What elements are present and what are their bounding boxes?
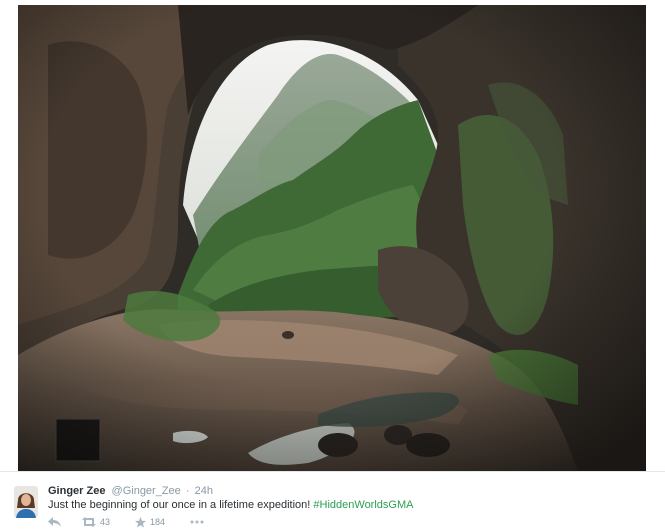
star-icon <box>135 516 146 527</box>
retweet-count: 43 <box>100 517 111 527</box>
favorite-count: 184 <box>150 517 166 527</box>
reply-icon <box>48 517 61 527</box>
tweet-timestamp[interactable]: 24h <box>195 485 213 497</box>
hashtag-link[interactable]: #HiddenWorldsGMA <box>313 499 413 511</box>
tweet-photo-frame <box>0 0 665 471</box>
cave-photo[interactable] <box>18 5 646 471</box>
more-button[interactable] <box>190 515 204 529</box>
user-handle[interactable]: @Ginger_Zee <box>112 485 181 497</box>
tweet-body: Just the beginning of our once in a life… <box>48 499 314 511</box>
more-icon <box>190 520 204 524</box>
retweet-button[interactable]: 43 <box>82 515 110 529</box>
retweet-icon <box>82 517 96 527</box>
avatar[interactable] <box>14 486 38 518</box>
tweet-text: Just the beginning of our once in a life… <box>48 499 413 512</box>
separator-dot: · <box>185 485 190 497</box>
tweet-header: Ginger Zee @Ginger_Zee · 24h <box>48 485 213 498</box>
reply-button[interactable] <box>48 515 61 529</box>
display-name[interactable]: Ginger Zee <box>48 485 105 497</box>
tweet-footer: Ginger Zee @Ginger_Zee · 24h Just the be… <box>0 471 665 532</box>
favorite-button[interactable]: 184 <box>135 515 165 529</box>
